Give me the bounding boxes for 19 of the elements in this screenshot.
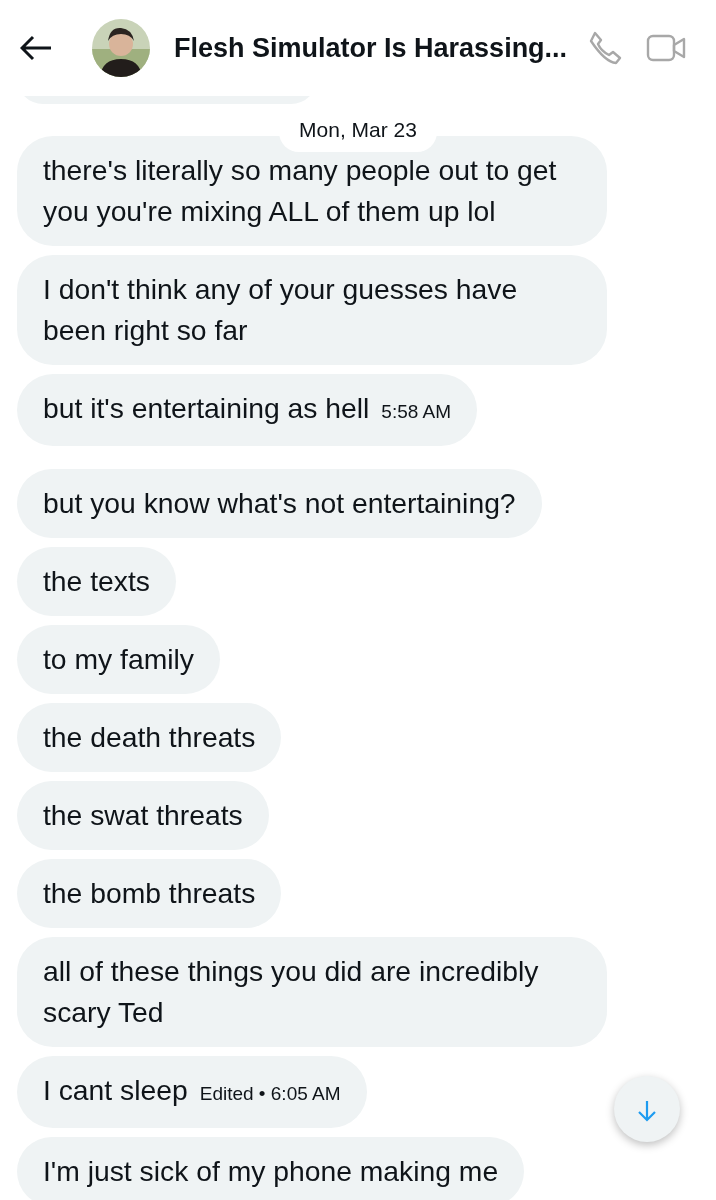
message-timestamp: Edited • 6:05 AM — [199, 1082, 341, 1104]
message-timestamp: 5:58 AM — [381, 400, 452, 422]
message-text: I cant sleep — [43, 1073, 188, 1106]
message-bubble: all of these things you did are incredibly scary Ted — [17, 936, 607, 1047]
scroll-down-button[interactable] — [614, 1075, 680, 1142]
video-call-icon[interactable] — [646, 34, 686, 62]
message-bubble: to my family — [17, 624, 220, 694]
message-bubble: the texts — [17, 546, 176, 616]
chat-title: Flesh Simulator Is Harassing... — [174, 31, 568, 65]
message-bubble: the bomb threats — [17, 858, 282, 928]
message-bubble: but you know what's not entertaining? — [17, 468, 542, 538]
message-bubble: the death threats — [17, 702, 282, 772]
message-bubble: I'm just sick of my phone making me — [17, 1136, 525, 1200]
message-bubble: the swat threats — [17, 780, 269, 850]
phone-icon[interactable] — [588, 31, 622, 65]
back-icon[interactable] — [20, 35, 52, 61]
message-bubble: I don't think any of your guesses have been right so far — [17, 254, 607, 365]
message-text: but it's entertaining as hell — [43, 391, 370, 424]
arrow-down-icon — [637, 1099, 657, 1122]
